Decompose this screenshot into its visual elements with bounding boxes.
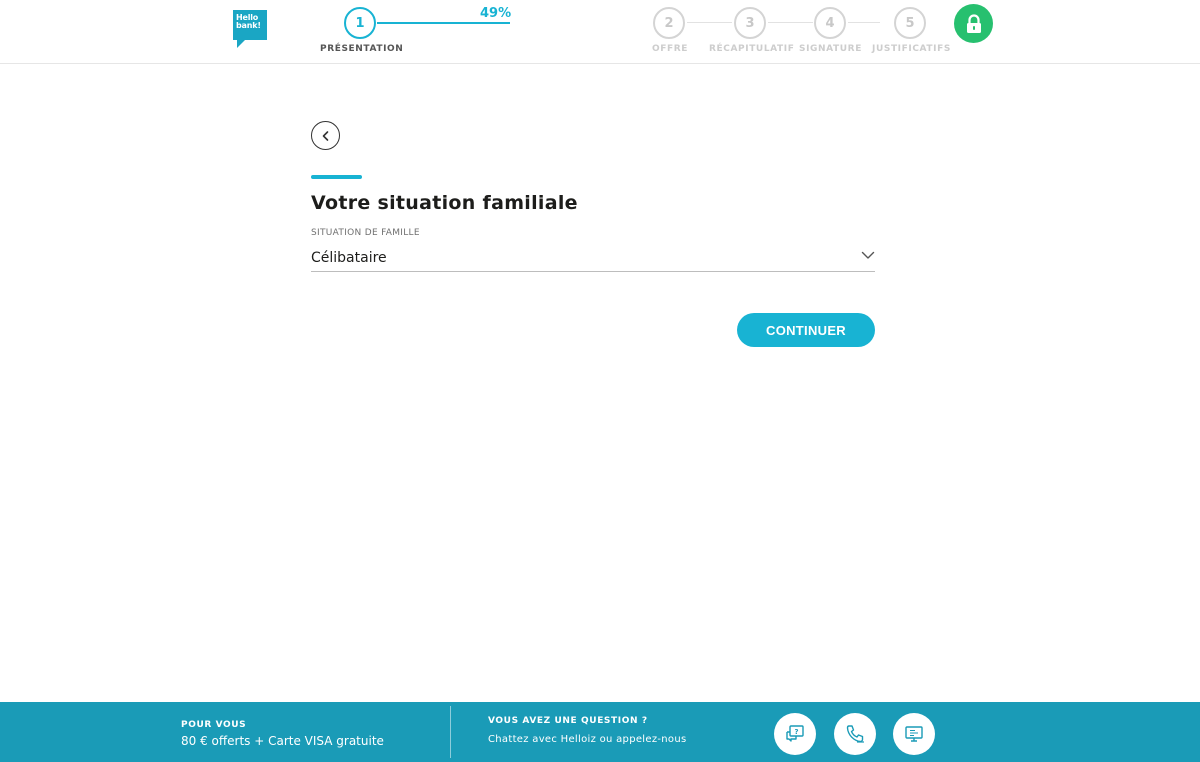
chevron-down-icon — [861, 251, 875, 259]
step-4-label: SIGNATURE — [799, 44, 862, 54]
progress-bar-fill — [377, 22, 510, 24]
family-situation-label: SITUATION DE FAMILLE — [311, 228, 420, 238]
lock-icon — [954, 4, 993, 43]
step-5-circle: 5 — [894, 7, 926, 39]
step-3-circle: 3 — [734, 7, 766, 39]
progress-percent: 49% — [480, 6, 512, 21]
logo-text-line2: bank! — [236, 21, 261, 30]
hellobank-logo[interactable]: Hello bank! — [233, 10, 267, 48]
progress-track-segment — [848, 22, 880, 23]
family-situation-value: Célibataire — [311, 250, 387, 266]
step-4-circle: 4 — [814, 7, 846, 39]
progress-track-segment — [768, 22, 813, 23]
offer-title: POUR VOUS — [181, 720, 247, 730]
back-button[interactable] — [311, 121, 340, 150]
phone-icon — [846, 725, 864, 743]
step-2-circle: 2 — [653, 7, 685, 39]
step-1-circle: 1 — [344, 7, 376, 39]
page-title: Votre situation familiale — [311, 192, 578, 214]
call-button[interactable] — [834, 713, 876, 755]
screen-share-icon — [905, 726, 923, 742]
family-situation-select[interactable]: Célibataire — [311, 246, 875, 272]
chat-question-icon: ? — [786, 725, 804, 742]
step-2-label: OFFRE — [652, 44, 689, 54]
step-5-label: JUSTIFICATIFS — [872, 44, 951, 54]
continue-button[interactable]: CONTINUER — [737, 313, 875, 347]
step-3-label: RÉCAPITULATIF — [709, 44, 795, 54]
back-arrow-icon — [322, 130, 328, 141]
step-1-label: PRÉSENTATION — [320, 44, 404, 54]
question-title: VOUS AVEZ UNE QUESTION ? — [488, 716, 648, 726]
svg-text:?: ? — [794, 728, 798, 736]
progress-track-segment — [687, 22, 732, 23]
header: Hello bank! 49% 1 PRÉSENTATION 2 OFFRE 3… — [0, 0, 1200, 64]
title-accent-bar — [311, 175, 362, 179]
chat-button[interactable]: ? — [774, 713, 816, 755]
offer-text: 80 € offerts + Carte VISA gratuite — [181, 734, 384, 748]
footer-divider — [450, 706, 451, 758]
question-text: Chattez avec Helloiz ou appelez-nous — [488, 734, 687, 745]
footer: POUR VOUS 80 € offerts + Carte VISA grat… — [0, 702, 1200, 762]
screen-share-button[interactable] — [893, 713, 935, 755]
